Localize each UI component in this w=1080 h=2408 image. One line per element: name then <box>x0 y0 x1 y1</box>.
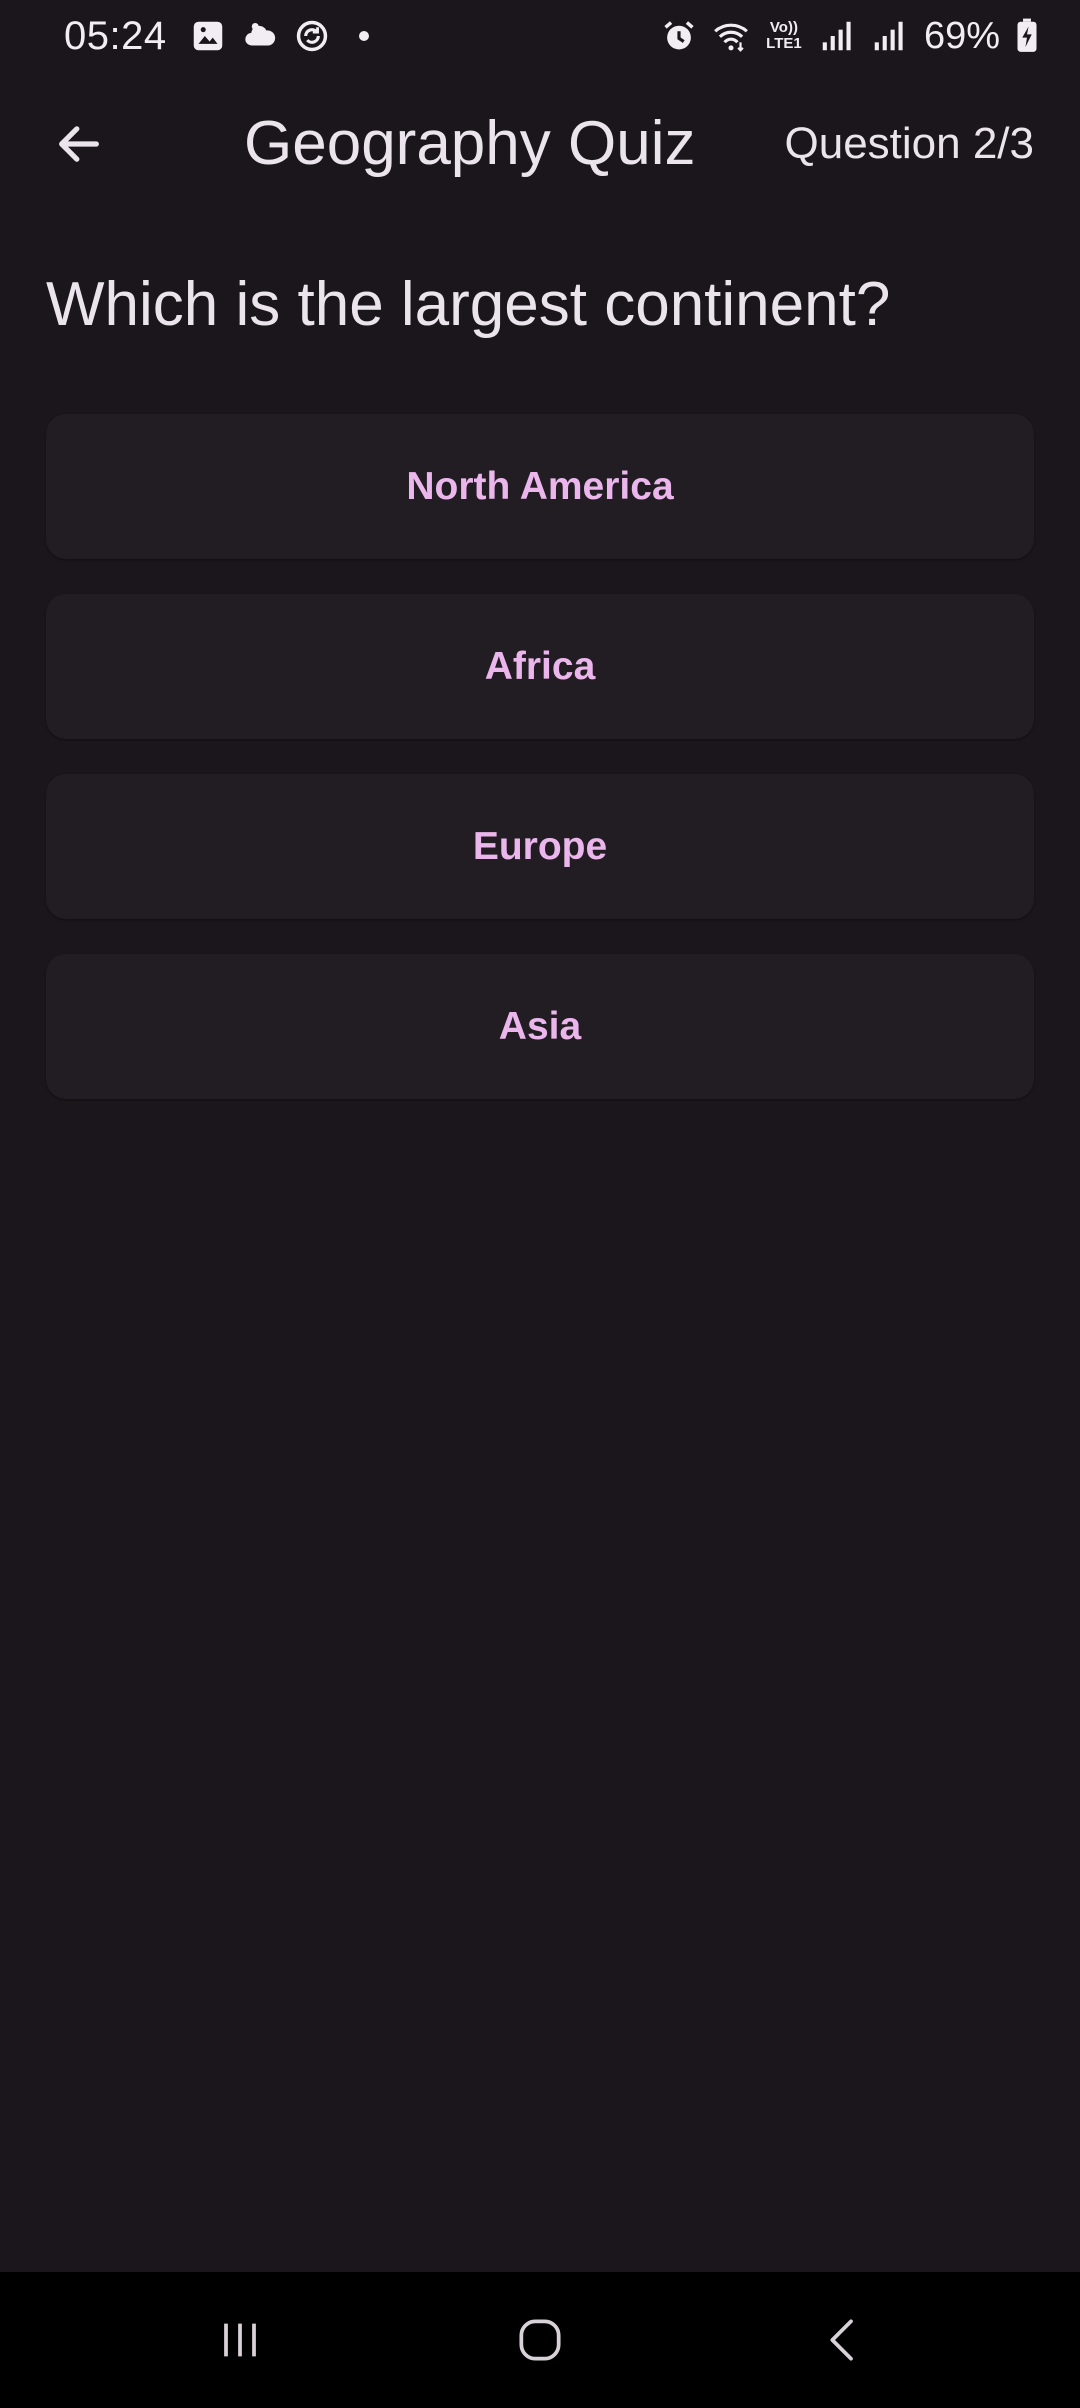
signal-icon <box>818 17 856 55</box>
recents-button[interactable] <box>180 2302 300 2378</box>
back-button[interactable] <box>36 108 122 180</box>
answer-button-europe[interactable]: Europe <box>46 774 1034 919</box>
home-icon <box>519 2319 561 2361</box>
answer-list: North America Africa Europe Asia <box>46 414 1034 1099</box>
alarm-icon <box>660 17 698 55</box>
volte-icon: Vo)) LTE1 <box>764 20 804 52</box>
battery-percentage: 69% <box>923 14 1000 57</box>
answer-button-africa[interactable]: Africa <box>46 594 1034 739</box>
notification-dot <box>358 31 369 41</box>
status-bar-left: 05:24 <box>64 14 369 59</box>
app-bar: Geography Quiz Question 2/3 <box>0 72 1080 216</box>
page-title: Geography Quiz <box>244 109 696 178</box>
answer-button-asia[interactable]: Asia <box>46 954 1034 1099</box>
system-back-button[interactable] <box>784 2302 904 2378</box>
battery-charging-icon <box>1014 17 1040 55</box>
answer-button-north-america[interactable]: North America <box>46 414 1034 559</box>
gallery-icon <box>189 17 227 55</box>
system-nav-bar <box>0 2272 1080 2408</box>
status-bar: 05:24 Vo)) LTE1 69% <box>0 0 1080 72</box>
arrow-left-icon <box>59 126 99 162</box>
volte-line1: Vo)) <box>769 19 798 36</box>
home-button[interactable] <box>480 2302 600 2378</box>
sync-icon <box>293 17 331 55</box>
status-time: 05:24 <box>64 13 167 58</box>
signal-icon <box>870 17 908 55</box>
question-text: Which is the largest continent? <box>46 270 891 339</box>
question-counter: Question 2/3 <box>784 119 1035 168</box>
wifi-icon <box>712 17 750 55</box>
back-icon <box>830 2319 853 2361</box>
cloud-icon <box>241 17 279 55</box>
volte-line2: LTE1 <box>766 35 802 52</box>
recents-icon <box>224 2323 256 2357</box>
quiz-screen: 05:24 Vo)) LTE1 69% Geography Quiz Quest… <box>0 0 1080 2408</box>
status-bar-right: Vo)) LTE1 69% <box>660 15 1040 58</box>
